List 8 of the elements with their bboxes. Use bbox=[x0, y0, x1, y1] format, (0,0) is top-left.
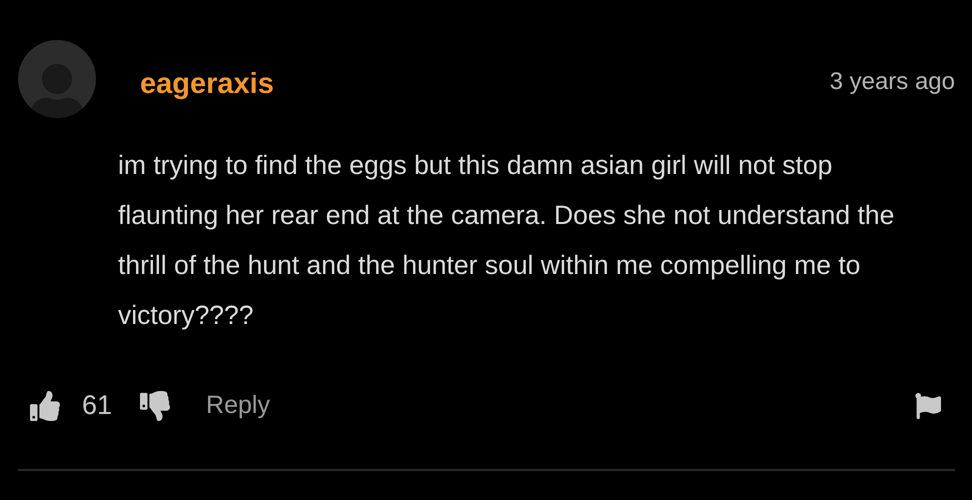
thumbs-down-icon[interactable] bbox=[140, 390, 170, 420]
username: eageraxis bbox=[140, 68, 274, 101]
reply-button[interactable]: Reply bbox=[206, 391, 270, 420]
flag-icon[interactable] bbox=[915, 392, 941, 418]
timestamp: 3 years ago bbox=[830, 68, 955, 96]
thumbs-up-icon[interactable] bbox=[30, 390, 60, 420]
comment-text: im trying to find the eggs but this damn asian girl will not stop flaunting her rear end at the camera. Does she not understand the thrill of the hunt and the hunter soul within me compelling me to victory???? bbox=[118, 149, 896, 332]
like-count: 61 bbox=[82, 390, 112, 421]
